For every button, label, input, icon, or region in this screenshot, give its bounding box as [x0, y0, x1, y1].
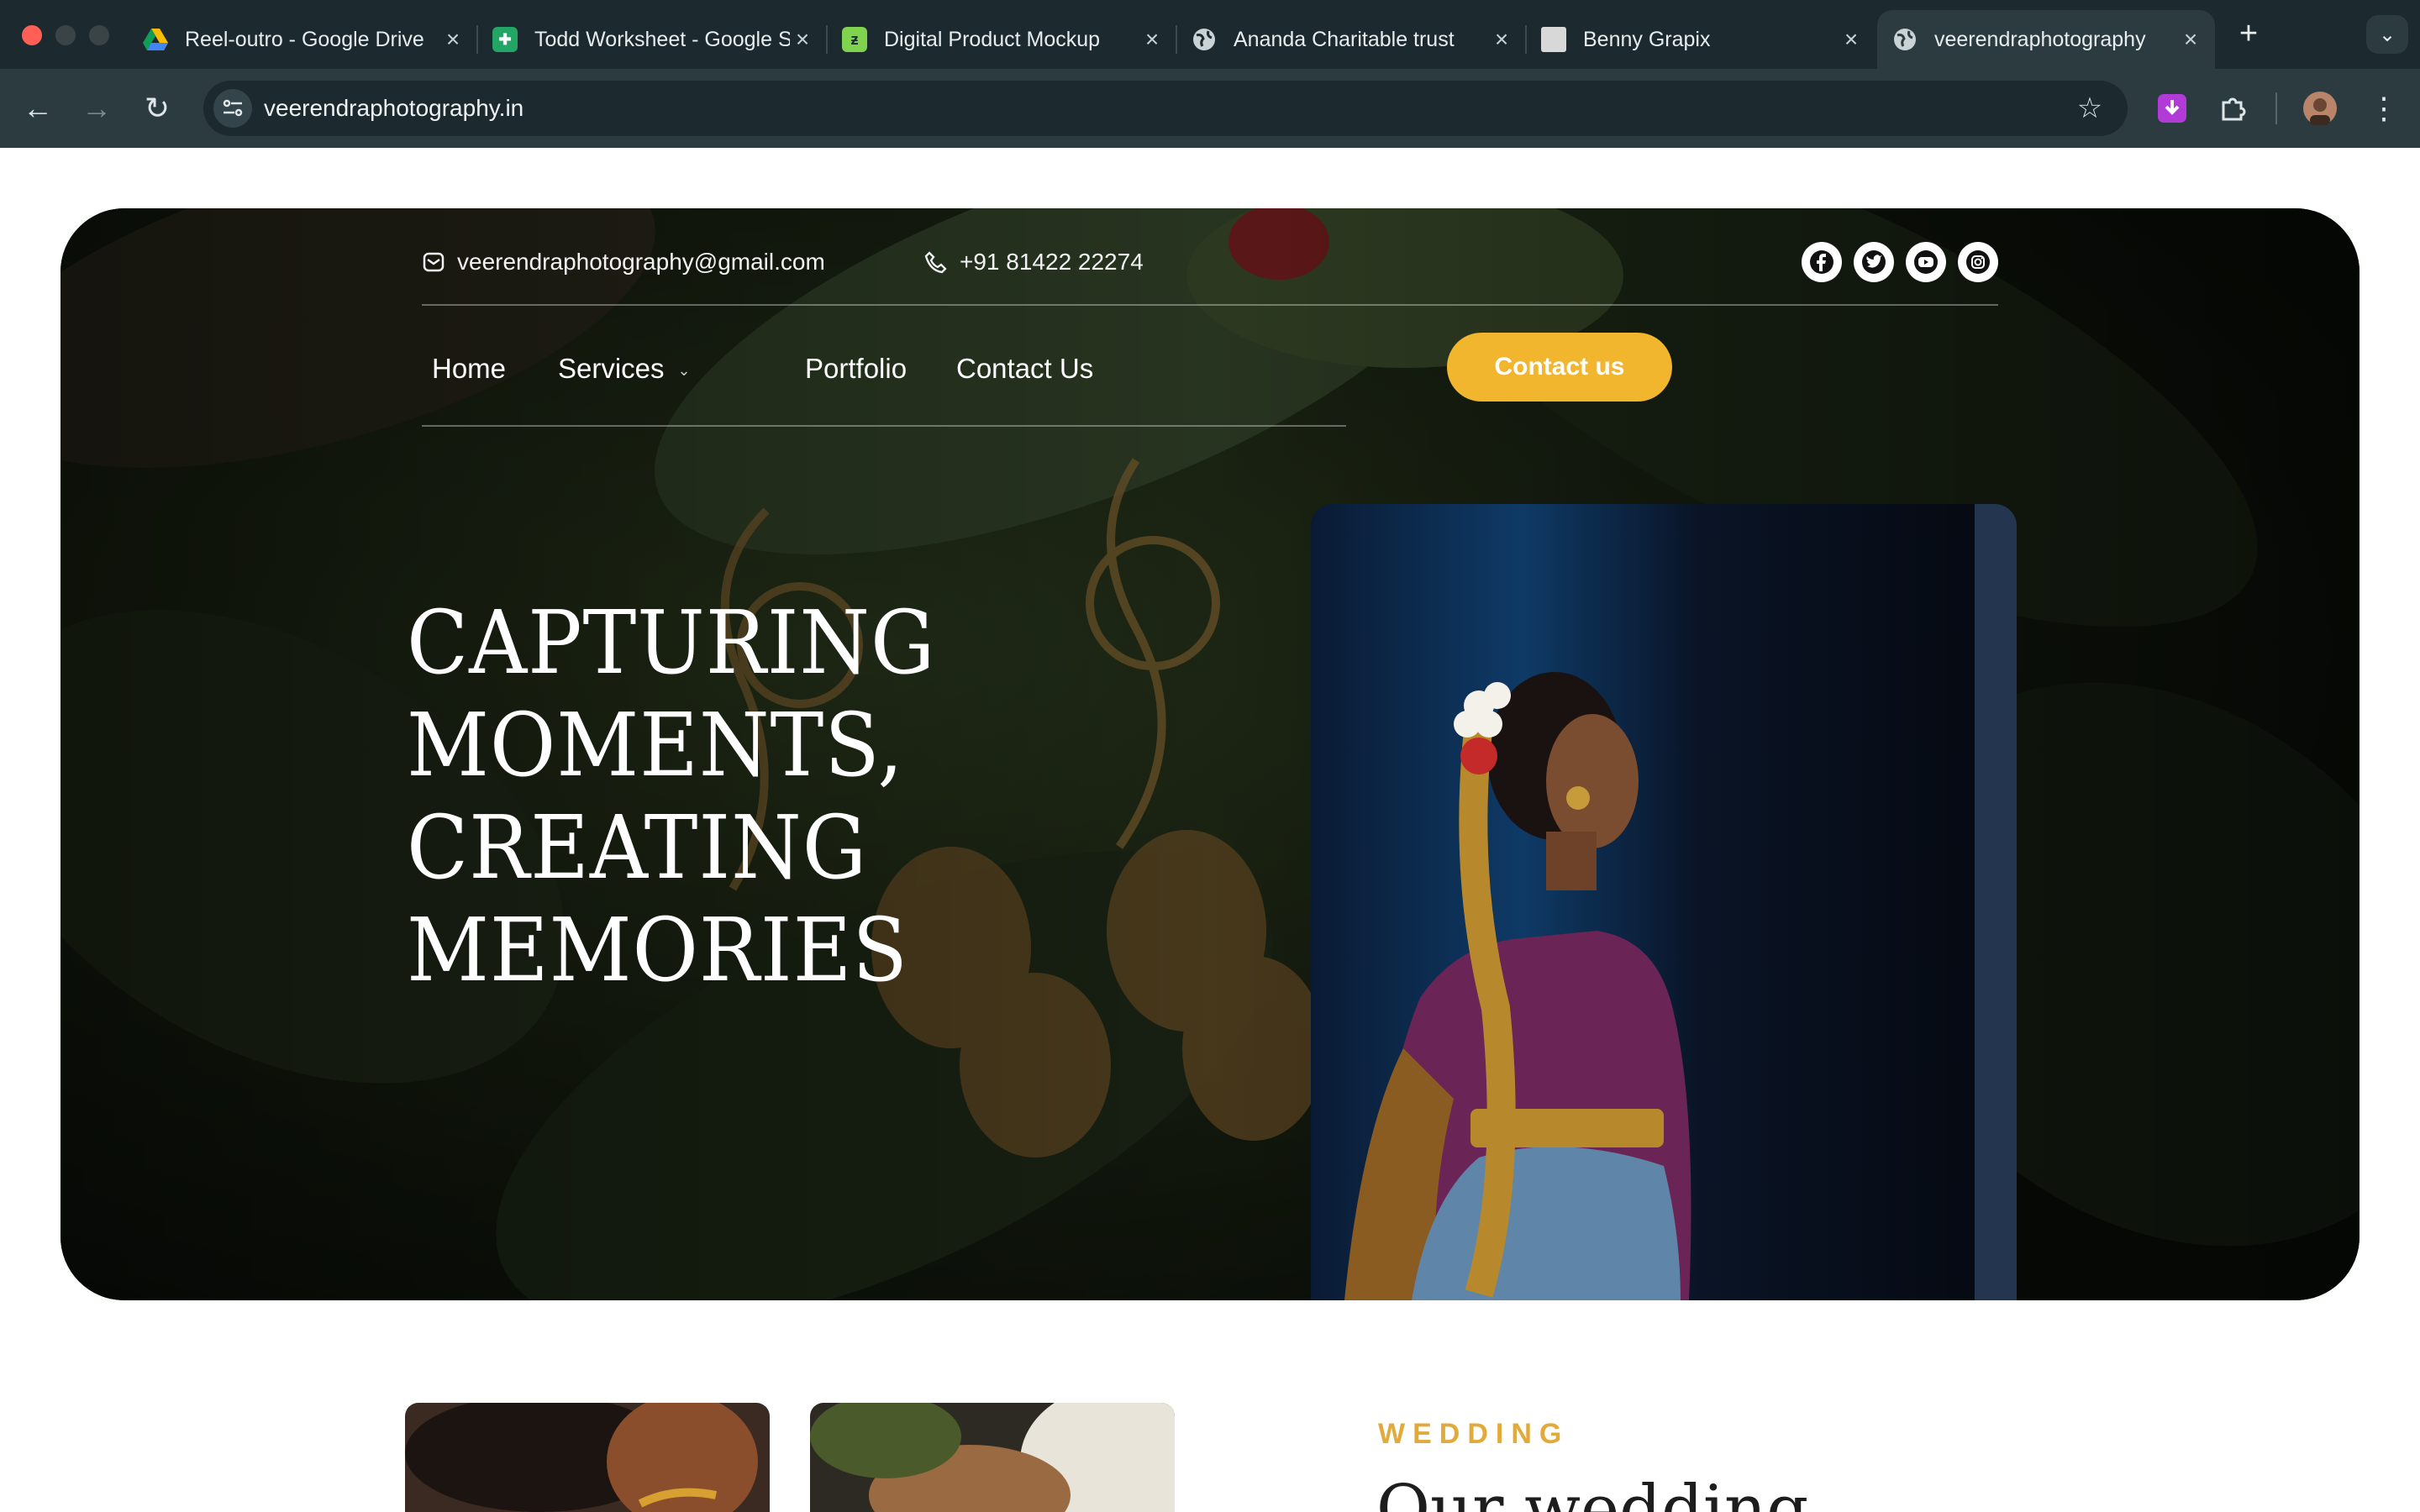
tab-close-icon[interactable]: ×: [440, 26, 466, 53]
wedding-thumbnail-2[interactable]: [810, 1403, 1175, 1512]
tab-close-icon[interactable]: ×: [1139, 26, 1165, 53]
browser-toolbar: ← → ↻ veerendraphotography.in ☆ ⋮: [0, 69, 2420, 148]
instagram-icon[interactable]: [1958, 242, 1998, 282]
url-text: veerendraphotography.in: [264, 95, 524, 121]
globe-icon: [1192, 27, 1217, 52]
globe-icon: [1892, 27, 1918, 52]
browser-menu-icon[interactable]: ⋮: [2363, 87, 2405, 129]
tab-digital-product-mockup[interactable]: ƶ Digital Product Mockup ×: [827, 10, 1177, 69]
social-links: [1790, 242, 1998, 282]
bookmark-star-icon[interactable]: ☆: [2070, 89, 2109, 128]
tab-title: Ananda Charitable trust: [1234, 27, 1455, 51]
tab-close-icon[interactable]: ×: [2178, 26, 2203, 53]
forward-button[interactable]: →: [76, 87, 118, 129]
back-button[interactable]: ←: [17, 87, 59, 129]
tab-title: veerendraphotography: [1934, 27, 2146, 51]
nav-contact-us[interactable]: Contact Us: [956, 329, 1093, 408]
nav-divider: [422, 425, 1346, 427]
headline-line-4: MEMORIES: [407, 899, 908, 1001]
facebook-icon[interactable]: [1802, 242, 1842, 282]
tab-search-button[interactable]: ⌄: [2366, 15, 2408, 54]
mockup-app-icon: ƶ: [842, 27, 867, 52]
extensions-puzzle-icon[interactable]: [2213, 89, 2252, 128]
tab-reel-outro[interactable]: Reel-outro - Google Drive ×: [128, 10, 478, 69]
nav-portfolio[interactable]: Portfolio: [805, 329, 907, 408]
hero-bride-photo: Veerendra wedding stories: [1311, 504, 2017, 1300]
address-bar[interactable]: veerendraphotography.in ☆: [203, 81, 2128, 136]
headline-line-1: CAPTURING: [407, 591, 936, 694]
hero-banner: veerendraphotography@gmail.com +91 81422…: [60, 208, 2360, 1300]
phone-icon: [924, 251, 947, 274]
profile-avatar[interactable]: [2301, 89, 2339, 128]
site-info-icon[interactable]: [213, 89, 252, 128]
tab-title: Todd Worksheet - Google Sheets: [534, 27, 790, 51]
main-nav: Home Services ⌄ Portfolio Contact Us: [422, 329, 1998, 408]
wedding-thumbnail-1[interactable]: [405, 1403, 770, 1512]
tab-todd-worksheet[interactable]: ✚ Todd Worksheet - Google Sheets ×: [477, 10, 828, 69]
google-drive-icon: [143, 27, 168, 52]
contact-us-button[interactable]: Contact us: [1447, 333, 1672, 402]
youtube-icon[interactable]: [1906, 242, 1946, 282]
chevron-down-icon: ⌄: [677, 362, 691, 380]
twitter-icon[interactable]: [1854, 242, 1894, 282]
window-maximize-button[interactable]: [89, 25, 109, 45]
new-tab-button[interactable]: +: [2232, 17, 2265, 50]
tab-title: Digital Product Mockup: [884, 27, 1101, 51]
contact-bar: veerendraphotography@gmail.com +91 81422…: [422, 234, 1998, 291]
window-minimize-button[interactable]: [55, 25, 76, 45]
nav-services-label: Services: [558, 353, 665, 384]
tab-title: Benny Grapix: [1583, 27, 1711, 51]
section-title: Our wedding: [1376, 1472, 1809, 1512]
email-text: veerendraphotography@gmail.com: [457, 249, 825, 275]
email-link[interactable]: veerendraphotography@gmail.com: [422, 234, 825, 291]
phone-text: +91 81422 22274: [960, 249, 1144, 275]
window-close-button[interactable]: [22, 25, 42, 45]
tab-close-icon[interactable]: ×: [790, 26, 815, 53]
phone-link[interactable]: +91 81422 22274: [924, 234, 1144, 291]
web-page: veerendraphotography@gmail.com +91 81422…: [0, 148, 2420, 1512]
downloader-extension-icon[interactable]: [2153, 89, 2191, 128]
tab-veerendraphotography[interactable]: veerendraphotography ×: [1877, 10, 2215, 69]
toolbar-divider: [2275, 92, 2277, 124]
tab-close-icon[interactable]: ×: [1489, 26, 1514, 53]
headline-line-2: MOMENTS,: [407, 694, 904, 796]
nav-home[interactable]: Home: [432, 329, 506, 408]
headline-line-3: CREATING: [407, 796, 868, 899]
browser-tab-bar: Reel-outro - Google Drive × ✚ Todd Works…: [0, 0, 2420, 69]
header-divider: [422, 304, 1998, 306]
google-sheets-icon: ✚: [492, 27, 518, 52]
tab-benny-grapix[interactable]: Benny Grapix ×: [1526, 10, 1876, 69]
hero-headline: CAPTURING MOMENTS, CREATING MEMORIES: [407, 591, 995, 1001]
nav-services[interactable]: Services ⌄: [558, 329, 691, 408]
email-icon: [423, 252, 445, 272]
section-eyebrow: WEDDING: [1378, 1418, 1570, 1450]
reload-button[interactable]: ↻: [136, 87, 178, 129]
site-thumbnail-icon: [1541, 27, 1566, 52]
tab-close-icon[interactable]: ×: [1839, 26, 1864, 53]
tab-ananda-charitable-trust[interactable]: Ananda Charitable trust ×: [1176, 10, 1527, 69]
tab-title: Reel-outro - Google Drive: [185, 27, 424, 51]
